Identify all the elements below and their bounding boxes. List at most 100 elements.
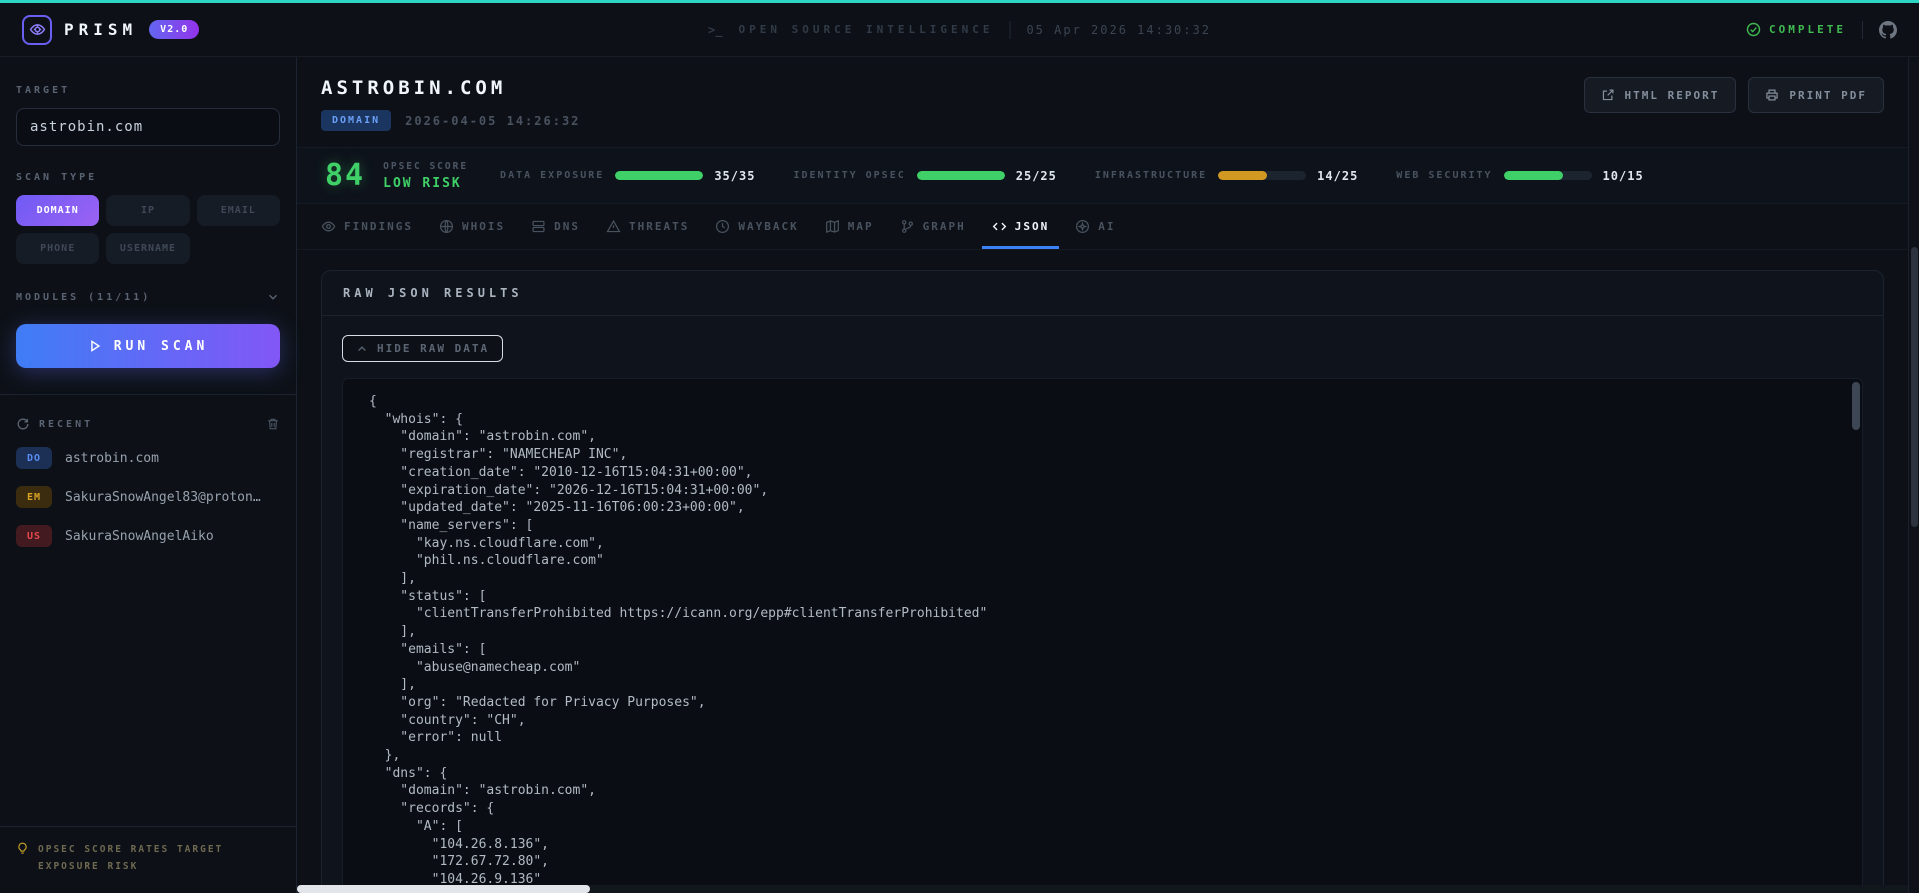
metric-infrastructure: INFRASTRUCTURE 14/25 <box>1094 168 1359 183</box>
header-actions: HTML REPORT PRINT PDF <box>1583 77 1884 113</box>
html-report-button[interactable]: HTML REPORT <box>1583 77 1737 113</box>
clock-icon <box>716 219 730 234</box>
external-link-icon <box>1602 89 1614 101</box>
modules-label: MODULES (11/11) <box>16 291 152 303</box>
chevron-up-icon <box>358 345 366 351</box>
sidebar: TARGET SCAN TYPE DOMAIN IP EMAIL PHONE U… <box>0 57 297 893</box>
scrollbar-thumb[interactable] <box>1911 247 1918 527</box>
scan-type-ip[interactable]: IP <box>106 195 190 226</box>
json-raw-text: { "whois": { "domain": "astrobin.com", "… <box>369 394 988 893</box>
hide-raw-data-button[interactable]: HIDE RAW DATA <box>342 335 504 362</box>
printer-icon <box>1766 89 1779 101</box>
scan-type-label: SCAN TYPE <box>16 172 98 183</box>
prism-app: PRISM V2.0 >_ OPEN SOURCE INTELLIGENCE 0… <box>0 0 1919 893</box>
domain-type-badge: DOMAIN <box>321 110 392 131</box>
recent-item-domain[interactable]: DO astrobin.com <box>16 447 280 469</box>
scrollbar-thumb[interactable] <box>297 885 590 893</box>
opsec-score-label: OPSEC SCORE <box>383 160 469 172</box>
version-badge: V2.0 <box>149 20 200 39</box>
metric-identity-opsec: IDENTITY OPSEC 25/25 <box>793 168 1057 183</box>
print-pdf-button[interactable]: PRINT PDF <box>1748 77 1884 113</box>
modules-toggle[interactable]: MODULES (11/11) <box>16 290 280 304</box>
scan-type-username[interactable]: USERNAME <box>106 233 190 264</box>
tab-dns[interactable]: DNS <box>521 206 590 249</box>
recent-label: RECENT <box>39 418 94 430</box>
divider <box>1862 20 1863 39</box>
tab-threats[interactable]: THREATS <box>596 206 699 249</box>
opsec-score-meta: OPSEC SCORE LOW RISK <box>383 161 468 191</box>
metric-data-exposure: DATA EXPOSURE 35/35 <box>500 168 756 183</box>
check-circle-icon <box>1746 22 1761 37</box>
topbar-right: COMPLETE <box>1746 20 1897 39</box>
tab-wayback[interactable]: WAYBACK <box>705 206 808 249</box>
scan-type-phone[interactable]: PHONE <box>16 233 100 264</box>
score-metrics: DATA EXPOSURE 35/35 IDENTITY OPSEC 25/25… <box>500 169 1644 183</box>
globe-icon <box>439 219 454 234</box>
recent-type-badge: DO <box>16 447 52 469</box>
github-icon[interactable] <box>1879 20 1897 39</box>
chevron-down-icon <box>269 294 277 300</box>
scan-type-domain[interactable]: DOMAIN <box>16 195 100 226</box>
raw-json-panel: RAW JSON RESULTS HIDE RAW DATA { "whois"… <box>321 270 1884 893</box>
run-scan-button[interactable]: RUN SCAN <box>16 324 280 368</box>
opsec-hint-text: OPSEC SCORE RATES TARGET EXPOSURE RISK <box>38 843 224 872</box>
tab-whois[interactable]: WHOIS <box>429 206 515 249</box>
panel-body: HIDE RAW DATA { "whois": { "domain": "as… <box>322 316 1883 893</box>
result-header: ASTROBIN.COM DOMAIN 2026-04-05 14:26:32 … <box>297 57 1908 131</box>
tab-findings[interactable]: FINDINGS <box>311 206 423 249</box>
recent-type-badge: EM <box>16 486 52 508</box>
recent-item-label: SakuraSnowAngelAiko <box>65 528 214 544</box>
page-vertical-scrollbar[interactable] <box>1908 57 1919 893</box>
recent-item-label: astrobin.com <box>65 450 159 466</box>
warning-triangle-icon <box>606 219 621 233</box>
code-brackets-icon <box>992 222 1007 231</box>
scan-timestamp: 2026-04-05 14:26:32 <box>405 113 581 128</box>
divider <box>0 394 296 395</box>
main-content: ASTROBIN.COM DOMAIN 2026-04-05 14:26:32 … <box>297 57 1908 893</box>
opsec-hint: OPSEC SCORE RATES TARGET EXPOSURE RISK <box>0 825 296 885</box>
recent-item-label: SakuraSnowAngel83@proton… <box>65 489 261 505</box>
scan-type-email[interactable]: EMAIL <box>196 195 280 226</box>
scan-type-group: DOMAIN IP EMAIL PHONE USERNAME <box>16 195 280 264</box>
map-icon <box>825 219 839 234</box>
print-pdf-label: PRINT PDF <box>1789 88 1867 102</box>
brand-name: PRISM <box>64 20 138 39</box>
hide-raw-data-label: HIDE RAW DATA <box>377 342 490 355</box>
scrollbar-thumb[interactable] <box>1852 382 1860 430</box>
recent-list: DO astrobin.com EM SakuraSnowAngel83@pro… <box>16 447 280 547</box>
play-icon <box>90 340 100 352</box>
trash-icon[interactable] <box>266 417 280 431</box>
scan-status: COMPLETE <box>1746 22 1846 37</box>
topbar-datetime: 05 Apr 2026 14:30:32 <box>1026 22 1211 37</box>
code-vertical-scrollbar[interactable] <box>1852 381 1860 885</box>
prism-logo-icon <box>22 14 52 45</box>
eye-icon <box>321 221 336 232</box>
divider <box>1009 20 1011 39</box>
html-report-label: HTML REPORT <box>1624 88 1720 102</box>
recent-item-username[interactable]: US SakuraSnowAngelAiko <box>16 525 280 547</box>
recent-item-email[interactable]: EM SakuraSnowAngel83@proton… <box>16 486 280 508</box>
tab-map[interactable]: MAP <box>815 206 884 249</box>
terminal-prompt-icon: >_ <box>708 22 723 37</box>
recent-type-badge: US <box>16 525 52 547</box>
status-label: COMPLETE <box>1769 23 1846 36</box>
panel-title: RAW JSON RESULTS <box>322 271 1883 316</box>
target-input[interactable] <box>16 108 280 146</box>
tab-json[interactable]: JSON <box>981 206 1060 249</box>
recent-header: RECENT <box>16 417 280 431</box>
title-meta: DOMAIN 2026-04-05 14:26:32 <box>321 110 580 131</box>
progress-bar <box>1503 171 1592 180</box>
run-scan-label: RUN SCAN <box>113 338 209 354</box>
page-horizontal-scrollbar[interactable] <box>297 885 1908 893</box>
progress-bar <box>615 171 704 180</box>
history-icon <box>17 418 29 430</box>
tab-graph[interactable]: GRAPH <box>890 206 976 249</box>
git-branch-icon <box>901 220 913 233</box>
lightbulb-icon <box>18 842 27 854</box>
tab-ai[interactable]: AI <box>1065 206 1125 249</box>
risk-level: LOW RISK <box>383 175 462 191</box>
topbar-center: >_ OPEN SOURCE INTELLIGENCE 05 Apr 2026 … <box>708 20 1211 39</box>
progress-bar <box>1218 171 1307 180</box>
metric-web-security: WEB SECURITY 10/15 <box>1396 168 1644 183</box>
brand: PRISM V2.0 <box>22 14 200 45</box>
